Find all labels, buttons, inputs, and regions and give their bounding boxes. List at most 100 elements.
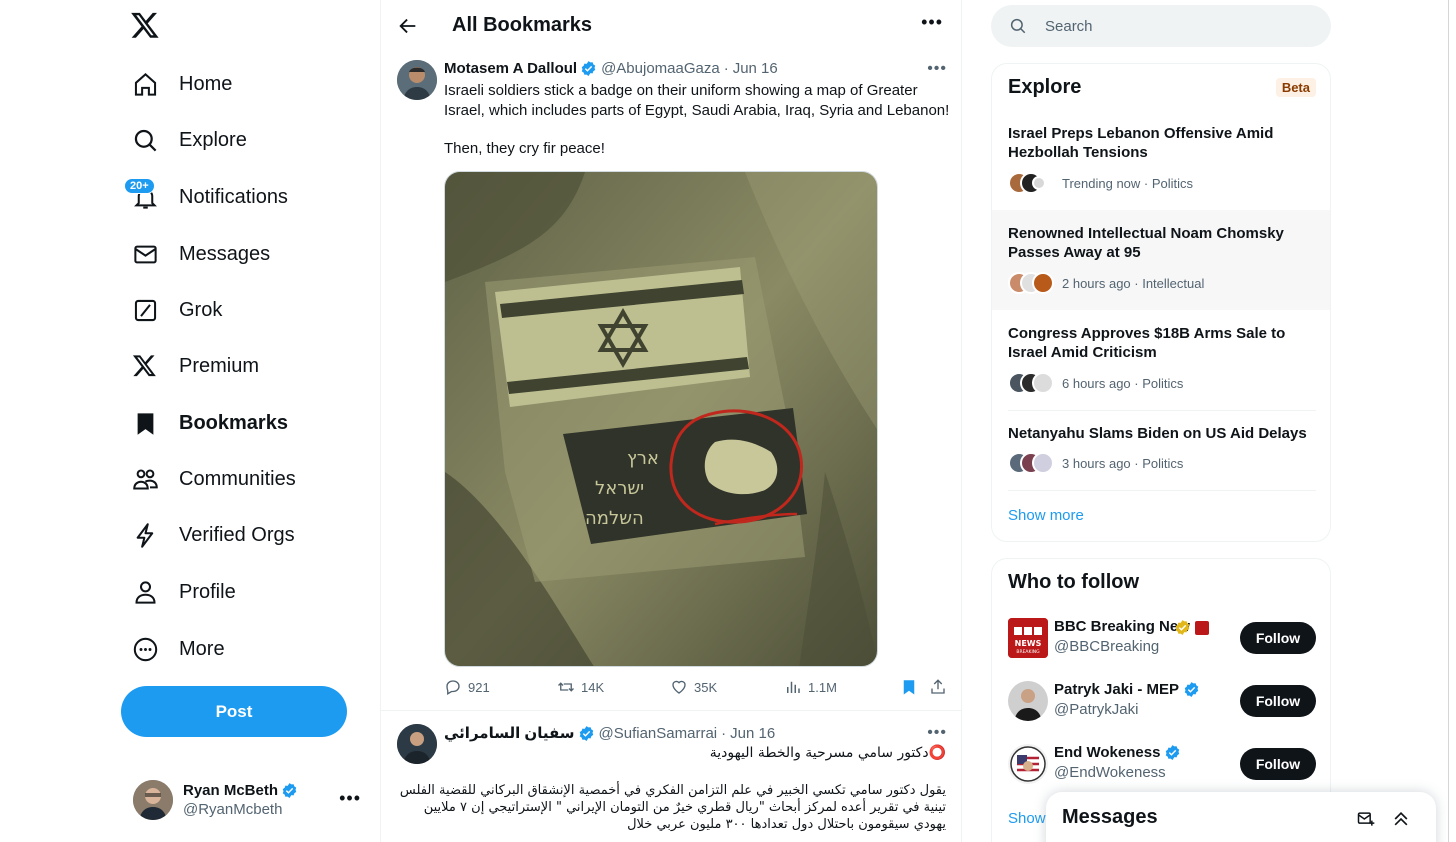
tweet-text-line1: ⭕️دكتور سامي مسرحية والخطة اليهودية — [709, 745, 946, 761]
trend-avatars — [1008, 272, 1056, 294]
avatar — [133, 780, 173, 820]
nav-grok[interactable]: Grok — [120, 285, 234, 335]
follow-name: End Wokeness — [1054, 744, 1161, 761]
nav-bookmarks-label: Bookmarks — [179, 411, 288, 434]
bookmark-icon — [132, 410, 159, 437]
separator-dot: · — [721, 724, 727, 742]
follow-button[interactable]: Follow — [1240, 622, 1316, 654]
nav-profile-label: Profile — [179, 580, 236, 603]
who-to-follow-show-more-link[interactable]: Show — [1008, 810, 1046, 827]
account-name: Ryan McBeth — [183, 782, 279, 799]
new-message-icon[interactable] — [1356, 809, 1376, 829]
nav-premium-label: Premium — [179, 354, 260, 377]
bell-icon: 20+ — [124, 177, 159, 211]
nav-premium[interactable]: Premium — [120, 341, 271, 391]
trend-meta: 3 hours ago · Politics — [1062, 456, 1184, 471]
svg-text:BREAKING: BREAKING — [1016, 649, 1040, 655]
divider — [1008, 490, 1316, 491]
avatar — [1008, 681, 1048, 721]
lightning-icon — [132, 522, 159, 549]
svg-text:NEWS: NEWS — [1015, 639, 1042, 648]
tweet-article-2[interactable]: سفيان السامرائي @SufianSamarrai · Jun 16… — [381, 0, 961, 842]
follow-handle: @EndWokeness — [1054, 764, 1166, 781]
nav-more[interactable]: More — [120, 624, 237, 674]
people-icon — [132, 466, 159, 493]
nav-messages-label: Messages — [179, 242, 271, 265]
nav-notifications[interactable]: 20+ Notifications — [120, 172, 300, 222]
explore-card: Explore Beta Israel Preps Lebanon Offens… — [991, 63, 1331, 542]
trend-item[interactable]: Netanyahu Slams Biden on US Aid Delays 3… — [992, 410, 1330, 490]
window-divider — [1448, 0, 1449, 842]
beta-badge: Beta — [1275, 78, 1316, 97]
avatar: NEWS BREAKING — [1008, 618, 1048, 658]
trend-item[interactable]: Congress Approves $18B Arms Sale to Isra… — [992, 310, 1330, 410]
nav-explore[interactable]: Explore — [120, 115, 259, 165]
nav-notifications-label: Notifications — [179, 185, 288, 208]
trend-title: Netanyahu Slams Biden on US Aid Delays — [1008, 425, 1307, 442]
nav-profile[interactable]: Profile — [120, 567, 248, 617]
trend-avatars — [1008, 172, 1056, 194]
tweet-handle[interactable]: @SufianSamarrai — [599, 725, 718, 742]
gold-verified-icon — [1174, 619, 1191, 636]
nav-home[interactable]: Home — [120, 59, 244, 109]
trend-title: Congress Approves $18B Arms Sale to Isra… — [1008, 325, 1286, 361]
follow-button[interactable]: Follow — [1240, 748, 1316, 780]
messages-drawer[interactable]: Messages — [1046, 792, 1436, 842]
account-handle: @RyanMcbeth — [183, 801, 283, 818]
nav-communities[interactable]: Communities — [120, 454, 308, 504]
trend-item[interactable]: Israel Preps Lebanon Offensive Amid Hezb… — [992, 110, 1330, 210]
tweet-date[interactable]: Jun 16 — [730, 725, 775, 742]
follow-handle: @PatrykJaki — [1054, 701, 1139, 718]
post-button[interactable]: Post — [121, 686, 347, 737]
timeline-column: All Bookmarks ••• Motasem A Dalloul @Abu… — [380, 0, 962, 842]
home-icon — [132, 71, 159, 98]
search-icon — [1009, 17, 1027, 35]
expand-chevrons-icon[interactable] — [1391, 809, 1411, 829]
trend-title: Israel Preps Lebanon Offensive Amid Hezb… — [1008, 125, 1274, 161]
follow-name: Patryk Jaki - MEP — [1054, 681, 1180, 698]
x-logo-icon — [132, 353, 159, 380]
nav-verified-orgs[interactable]: Verified Orgs — [120, 510, 307, 560]
explore-title: Explore — [1008, 76, 1082, 98]
follow-suggestion[interactable]: NEWS BREAKING BBC Breaking News @BBCBrea… — [992, 618, 1330, 678]
avatar — [1008, 744, 1048, 784]
follow-handle: @BBCBreaking — [1054, 638, 1160, 655]
trend-avatars — [1008, 452, 1056, 474]
tweet-more-icon[interactable]: ••• — [927, 724, 947, 742]
more-circle-icon — [132, 636, 159, 663]
follow-button[interactable]: Follow — [1240, 685, 1316, 717]
x-logo-icon[interactable] — [130, 10, 162, 42]
verified-badge-icon — [281, 782, 298, 799]
trend-meta: 6 hours ago · Politics — [1062, 376, 1184, 391]
affiliate-badge-icon — [1195, 621, 1209, 635]
nav-grok-label: Grok — [179, 298, 223, 321]
messages-drawer-title: Messages — [1062, 806, 1158, 828]
nav-explore-label: Explore — [179, 128, 247, 151]
nav-home-label: Home — [179, 72, 233, 95]
nav-bookmarks[interactable]: Bookmarks — [120, 398, 300, 448]
trend-avatars — [1008, 372, 1056, 394]
trend-meta: Trending now · Politics — [1062, 176, 1194, 191]
search-placeholder: Search — [1045, 17, 1093, 35]
tweet-text-paragraph: يقول دكتور سامي تكسي الخبير في علم التزا… — [399, 783, 946, 832]
nav-communities-label: Communities — [179, 467, 296, 490]
follow-name: BBC Breaking News — [1054, 618, 1190, 635]
tweet-author-name[interactable]: سفيان السامرائي — [444, 724, 575, 742]
trend-title: Renowned Intellectual Noam Chomsky Passe… — [1008, 225, 1284, 261]
search-icon — [132, 127, 159, 154]
grok-icon — [132, 297, 159, 324]
follow-suggestion[interactable]: Patryk Jaki - MEP @PatrykJaki Follow — [992, 681, 1330, 741]
account-switcher[interactable]: Ryan McBeth @RyanMcbeth ••• — [121, 770, 371, 830]
explore-show-more-link[interactable]: Show more — [1008, 507, 1084, 524]
account-more-icon[interactable]: ••• — [339, 788, 361, 809]
verified-badge-icon — [1183, 681, 1200, 698]
trend-item[interactable]: Renowned Intellectual Noam Chomsky Passe… — [992, 210, 1330, 310]
left-navigation: Home Explore 20+ Notifications Messages … — [0, 0, 380, 842]
envelope-icon — [132, 241, 159, 268]
trend-meta: 2 hours ago · Intellectual — [1062, 276, 1205, 291]
verified-badge-icon — [578, 725, 595, 742]
search-input[interactable]: Search — [991, 5, 1331, 47]
nav-messages[interactable]: Messages — [120, 229, 282, 279]
verified-badge-icon — [1164, 744, 1181, 761]
person-icon — [132, 579, 159, 606]
